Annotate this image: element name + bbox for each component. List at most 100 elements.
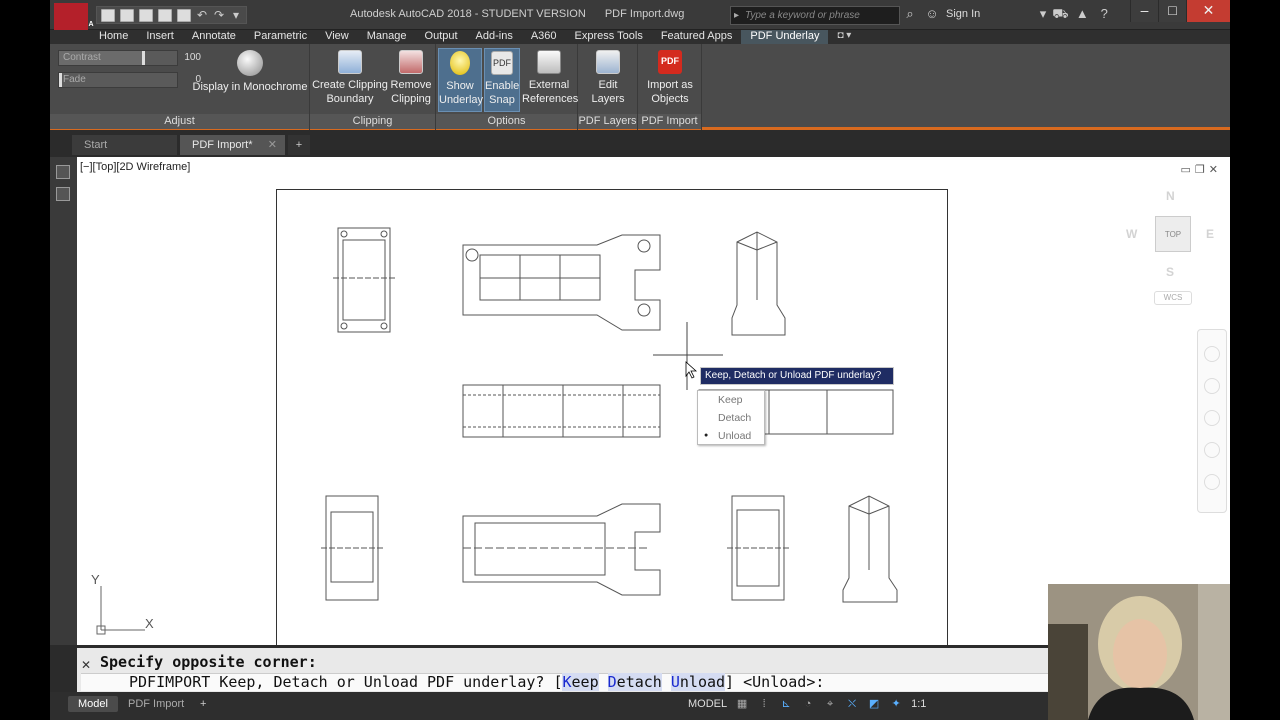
tab-express-tools[interactable]: Express Tools [566, 30, 652, 44]
app-title: Autodesk AutoCAD 2018 - STUDENT VERSION [350, 8, 586, 20]
search-input[interactable]: Type a keyword or phrase [730, 6, 900, 25]
tab-pdf-underlay[interactable]: PDF Underlay [741, 30, 829, 44]
edit-layers-button[interactable]: Edit Layers [582, 48, 634, 106]
minimize-button[interactable]: – [1130, 0, 1158, 22]
chevron-down-icon[interactable]: ▾ [986, 6, 1047, 22]
tab-featured-apps[interactable]: Featured Apps [652, 30, 742, 44]
tab-annotate[interactable]: Annotate [183, 30, 245, 44]
tab-add-ins[interactable]: Add-ins [467, 30, 522, 44]
new-file-icon[interactable] [101, 8, 115, 22]
plot-icon[interactable] [177, 8, 191, 22]
zoom-icon[interactable] [1204, 410, 1220, 426]
autodesk-a360-icon[interactable]: ▲ [1074, 6, 1090, 22]
fade-slider[interactable]: Fade 0 [58, 72, 201, 88]
import-as-objects-button[interactable]: PDF Import as Objects [640, 48, 700, 106]
viewport-minimize-icon[interactable]: ▭ [1181, 163, 1191, 176]
tab-a360[interactable]: A360 [522, 30, 566, 44]
create-clipping-boundary-button[interactable]: Create Clipping Boundary [312, 48, 388, 106]
doc-tab-pdf-import[interactable]: PDF Import* ✕ [180, 135, 285, 155]
ortho-icon[interactable]: ⊾ [779, 697, 793, 711]
snap-icon[interactable]: ⁞ [757, 697, 771, 711]
application-menu-button[interactable]: A [54, 3, 94, 31]
customize-qat-icon[interactable]: ▾ [230, 8, 242, 22]
viewcube-south[interactable]: S [1166, 265, 1174, 279]
close-tab-icon[interactable]: ✕ [268, 135, 277, 155]
wcs-dropdown[interactable]: WCS [1154, 291, 1192, 305]
viewport-restore-icon[interactable]: ❐ [1195, 163, 1205, 176]
panel-pdf-layers: Edit Layers PDF Layers [578, 44, 638, 130]
contrast-slider[interactable]: Contrast 100 [58, 50, 201, 66]
tab-manage[interactable]: Manage [358, 30, 416, 44]
panel-title-adjust: Adjust [50, 114, 309, 129]
pan-icon[interactable] [1204, 378, 1220, 394]
option-unload[interactable]: Unload [698, 427, 764, 445]
viewport-close-icon[interactable]: ✕ [1209, 163, 1218, 176]
showmotion-icon[interactable] [1204, 474, 1220, 490]
tab-home[interactable]: Home [90, 30, 137, 44]
sign-in-link[interactable]: Sign In [946, 8, 980, 20]
layout-tab[interactable]: PDF Import [118, 696, 194, 712]
viewcube[interactable]: N W E S TOP WCS [1122, 185, 1230, 315]
add-layout-button[interactable]: + [190, 696, 216, 712]
redo-icon[interactable]: ↷ [213, 8, 225, 22]
scale-readout[interactable]: 1:1 [911, 698, 926, 710]
polar-icon[interactable]: ◔ [801, 697, 815, 711]
edit-layers-label: Edit Layers [591, 79, 625, 105]
panel-title-clipping: Clipping [310, 114, 435, 129]
save-icon[interactable] [139, 8, 153, 22]
ribbon-options-icon[interactable]: ◘ ▾ [828, 30, 860, 44]
viewport-controls-label[interactable]: [−][Top][2D Wireframe] [80, 161, 190, 173]
binoculars-icon[interactable]: ⌕ [902, 6, 918, 22]
orbit-icon[interactable] [1204, 442, 1220, 458]
viewcube-top-face[interactable]: TOP [1155, 216, 1191, 252]
osnap-icon[interactable]: ⌖ [823, 697, 837, 711]
part-view-7 [462, 503, 661, 596]
external-references-button[interactable]: External References [522, 48, 578, 106]
viewcube-north[interactable]: N [1166, 189, 1175, 203]
close-command-icon[interactable]: ✕ [81, 658, 91, 672]
command-option-unload[interactable]: Unload [670, 673, 726, 691]
monochrome-label: Display in Monochrome [192, 81, 308, 93]
option-keep[interactable]: Keep [698, 391, 764, 409]
dynamic-input-menu: Keep Detach Unload [697, 390, 765, 445]
pdf-import-icon: PDF [658, 50, 682, 74]
command-option-keep[interactable]: Keep [562, 673, 599, 691]
tab-insert[interactable]: Insert [137, 30, 183, 44]
viewcube-east[interactable]: E [1206, 227, 1214, 241]
help-icon[interactable]: ? [1096, 6, 1112, 22]
option-detach[interactable]: Detach [698, 409, 764, 427]
properties-palette-icon[interactable] [56, 165, 70, 179]
annotation-scale-icon[interactable]: ✦ [889, 697, 903, 711]
undo-icon[interactable]: ↶ [196, 8, 208, 22]
command-prompt-prefix: PDFIMPORT Keep, Detach or Unload PDF und… [129, 673, 563, 691]
remove-clipping-button[interactable]: Remove Clipping [388, 48, 434, 106]
command-option-detach[interactable]: Detach [607, 673, 662, 691]
show-underlay-button[interactable]: Show Underlay [438, 48, 483, 112]
close-button[interactable]: ✕ [1186, 0, 1230, 22]
pdf-underlay-sheet[interactable] [276, 189, 948, 645]
doc-tab-start[interactable]: Start [72, 135, 177, 155]
status-tools: MODEL ▦ ⁞ ⊾ ◔ ⌖ ⛌ ◩ ✦ 1:1 [688, 697, 926, 711]
display-monochrome-button[interactable]: Display in Monochrome [192, 48, 308, 94]
layers-palette-icon[interactable] [56, 187, 70, 201]
enable-snap-button[interactable]: PDF Enable Snap [484, 48, 520, 112]
maximize-button[interactable]: □ [1158, 0, 1186, 22]
open-file-icon[interactable] [120, 8, 134, 22]
new-tab-button[interactable]: + [288, 135, 310, 155]
part-view-9 [842, 495, 898, 603]
grid-icon[interactable]: ▦ [735, 697, 749, 711]
viewcube-west[interactable]: W [1126, 227, 1137, 241]
drawing-area[interactable]: [−][Top][2D Wireframe] ▭ ❐ ✕ Keep, Detac… [77, 157, 1230, 645]
model-tab[interactable]: Model [68, 696, 118, 712]
steering-wheel-icon[interactable] [1204, 346, 1220, 362]
selection-cycling-icon[interactable]: ◩ [867, 697, 881, 711]
ucs-y-label: Y [91, 572, 100, 587]
user-icon[interactable]: ☺ [924, 6, 940, 22]
model-space-toggle[interactable]: MODEL [688, 698, 727, 710]
annotation-icon[interactable]: ⛌ [845, 697, 859, 711]
tab-view[interactable]: View [316, 30, 358, 44]
save-as-icon[interactable] [158, 8, 172, 22]
tab-parametric[interactable]: Parametric [245, 30, 316, 44]
tab-output[interactable]: Output [416, 30, 467, 44]
cart-icon[interactable]: ⛟ [1052, 6, 1068, 22]
